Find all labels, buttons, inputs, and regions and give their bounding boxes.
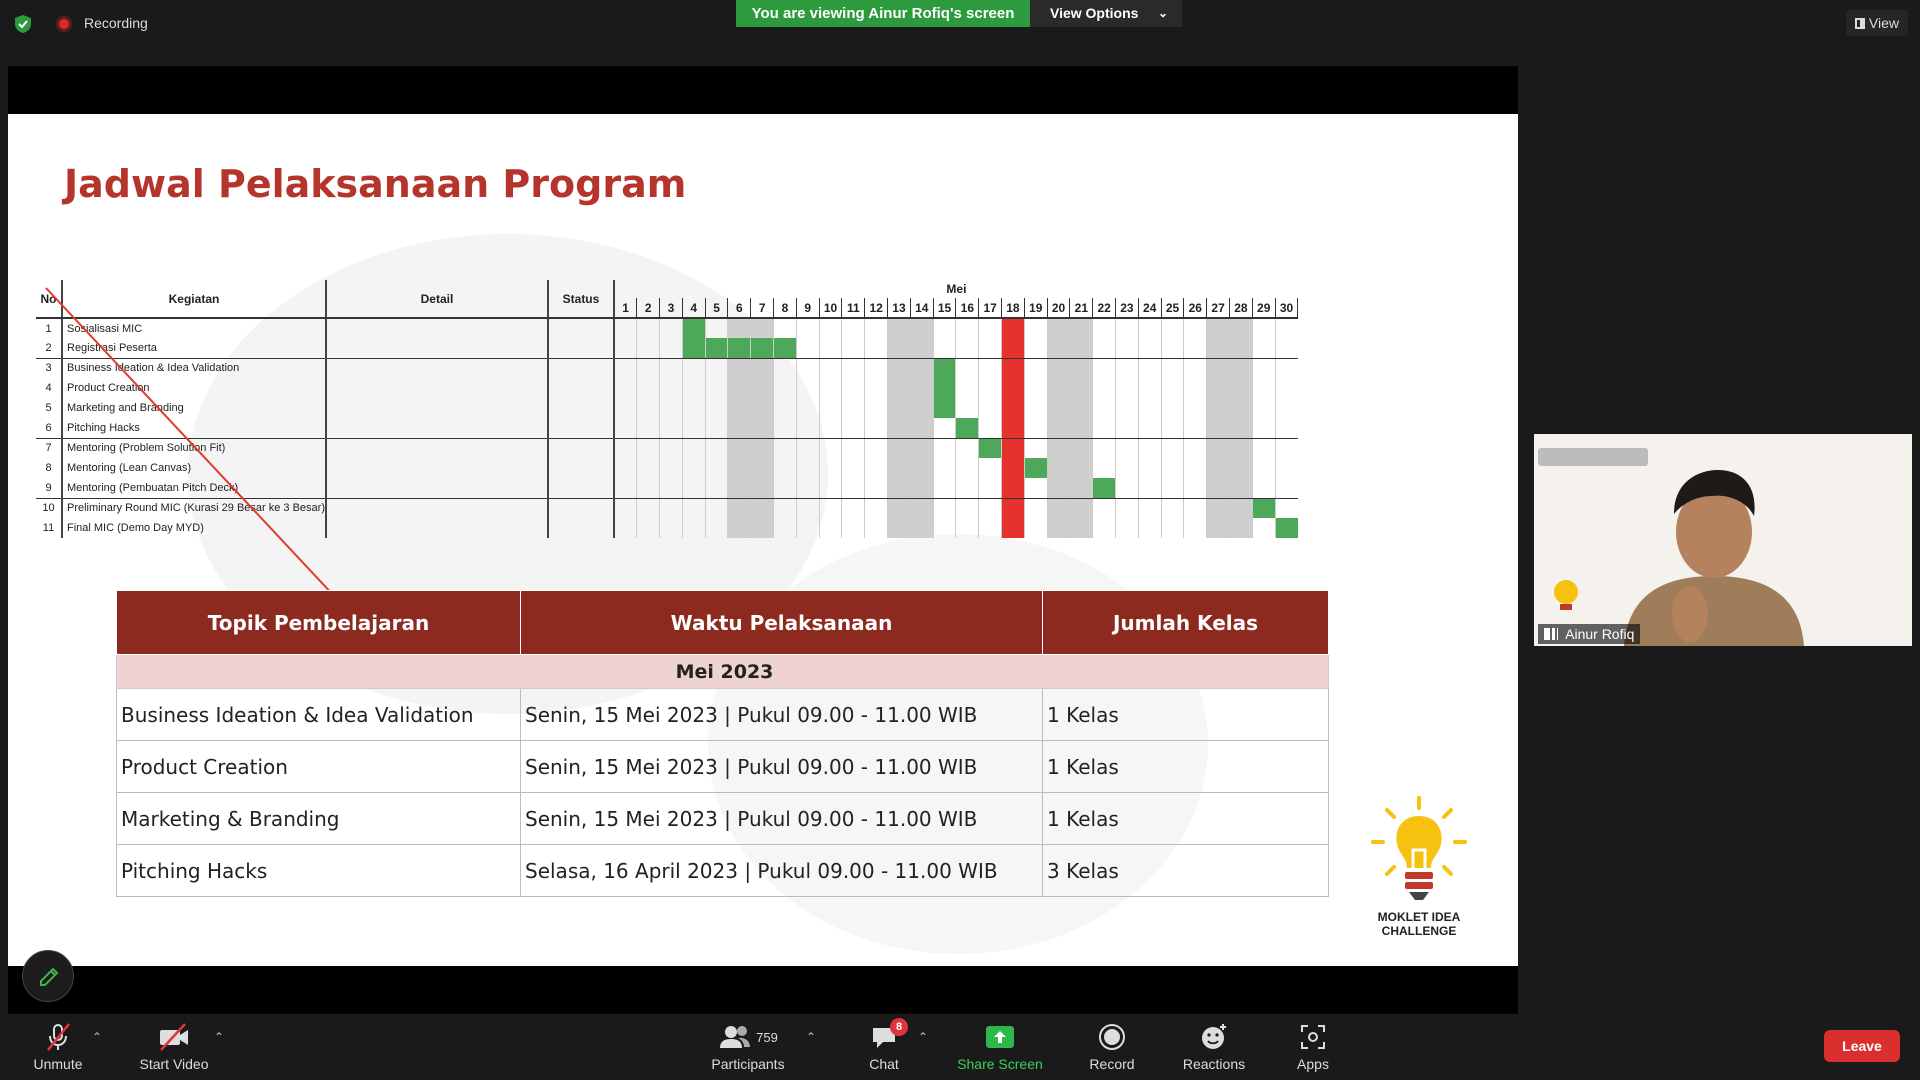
- sponsor-logos: [1538, 448, 1648, 466]
- record-label: Record: [1089, 1056, 1135, 1072]
- logo-text-line2: CHALLENGE: [1381, 924, 1457, 938]
- chat-label: Chat: [869, 1056, 899, 1072]
- schedule-header-topik: Topik Pembelajaran: [116, 590, 521, 655]
- apps-label: Apps: [1297, 1056, 1329, 1072]
- table-row: Business Ideation & Idea Validation Seni…: [116, 688, 1329, 741]
- start-video-button[interactable]: Start Video: [130, 1022, 218, 1072]
- participant-name: Ainur Rofiq: [1565, 626, 1635, 642]
- participant-figure: [1624, 470, 1804, 646]
- schedule-header-jumlah: Jumlah Kelas: [1042, 590, 1329, 655]
- chevron-up-icon[interactable]: ⌃: [214, 1030, 224, 1044]
- schedule-count: 1 Kelas: [1042, 740, 1329, 793]
- recording-label: Recording: [84, 15, 148, 31]
- record-button[interactable]: Record: [1082, 1022, 1142, 1072]
- schedule-time: Senin, 15 Mei 2023 | Pukul 09.00 - 11.00…: [520, 740, 1043, 793]
- share-screen-button[interactable]: Share Screen: [952, 1022, 1048, 1072]
- reactions-label: Reactions: [1182, 1056, 1246, 1072]
- table-row: Pitching Hacks Selasa, 16 April 2023 | P…: [116, 844, 1329, 897]
- schedule-topic: Business Ideation & Idea Validation: [116, 688, 521, 741]
- meeting-toolbar: Unmute ⌃ Start Video ⌃ 759 Participants …: [0, 1014, 1920, 1080]
- lightbulb-icon: [1371, 796, 1467, 900]
- chevron-up-icon[interactable]: ⌃: [92, 1030, 102, 1044]
- logo-text-line1: MOKLET IDEA: [1377, 910, 1461, 924]
- signal-icon: [1544, 628, 1558, 640]
- schedule-count: 1 Kelas: [1042, 688, 1329, 741]
- schedule-table: Topik Pembelajaran Waktu Pelaksanaan Jum…: [116, 590, 1329, 897]
- unmute-button[interactable]: Unmute: [22, 1022, 94, 1072]
- share-screen-label: Share Screen: [957, 1056, 1043, 1072]
- viewing-screen-banner: You are viewing Ainur Rofiq's screen: [736, 0, 1030, 27]
- table-row: Marketing & Branding Senin, 15 Mei 2023 …: [116, 792, 1329, 845]
- shield-icon[interactable]: [14, 14, 32, 34]
- annotate-button[interactable]: [22, 950, 74, 1002]
- chat-button[interactable]: 8 Chat: [856, 1018, 912, 1072]
- chevron-up-icon[interactable]: ⌃: [806, 1030, 816, 1044]
- video-off-icon: [160, 1023, 188, 1051]
- schedule-time: Senin, 15 Mei 2023 | Pukul 09.00 - 11.00…: [520, 792, 1043, 845]
- schedule-topic: Marketing & Branding: [116, 792, 521, 845]
- record-icon: [1099, 1024, 1125, 1050]
- apps-button[interactable]: Apps: [1290, 1022, 1336, 1072]
- moklet-logo: MOKLET IDEA CHALLENGE: [1364, 794, 1474, 937]
- view-label: View: [1868, 15, 1899, 31]
- smiley-plus-icon: [1202, 1024, 1226, 1049]
- presentation-slide: Jadwal Pelaksanaan Program No Kegiatan D…: [8, 114, 1518, 966]
- chat-badge: 8: [890, 1018, 908, 1036]
- view-options-label: View Options: [1050, 5, 1139, 21]
- meeting-top-bar: Recording You are viewing Ainur Rofiq's …: [0, 0, 1920, 50]
- schedule-month-row: Mei 2023: [116, 654, 1329, 689]
- lightbulb-icon: [1544, 572, 1588, 616]
- participants-button[interactable]: 759 Participants: [700, 1022, 796, 1072]
- participants-icon: [720, 1026, 751, 1048]
- start-video-label: Start Video: [139, 1056, 209, 1072]
- leave-button[interactable]: Leave: [1824, 1030, 1900, 1062]
- participant-video[interactable]: Ainur Rofiq: [1534, 434, 1912, 646]
- share-screen-icon: [986, 1026, 1014, 1048]
- schedule-count: 3 Kelas: [1042, 844, 1329, 897]
- participant-name-tag: Ainur Rofiq: [1538, 624, 1641, 644]
- participants-label: Participants: [711, 1056, 785, 1072]
- chevron-up-icon[interactable]: ⌃: [918, 1030, 928, 1044]
- participants-count: 759: [756, 1029, 778, 1045]
- recording-icon: [56, 16, 72, 32]
- chevron-down-icon: ⌄: [1157, 6, 1168, 20]
- schedule-count: 1 Kelas: [1042, 792, 1329, 845]
- layout-icon: [1855, 18, 1865, 29]
- unmute-label: Unmute: [33, 1056, 83, 1072]
- schedule-header-waktu: Waktu Pelaksanaan: [520, 590, 1043, 655]
- schedule-time: Senin, 15 Mei 2023 | Pukul 09.00 - 11.00…: [520, 688, 1043, 741]
- view-options-button[interactable]: View Options ⌄: [1030, 0, 1182, 27]
- schedule-time: Selasa, 16 April 2023 | Pukul 09.00 - 11…: [520, 844, 1043, 897]
- schedule-topic: Product Creation: [116, 740, 521, 793]
- schedule-topic: Pitching Hacks: [116, 844, 521, 897]
- table-row: Product Creation Senin, 15 Mei 2023 | Pu…: [116, 740, 1329, 793]
- apps-icon: [1301, 1025, 1325, 1049]
- reactions-button[interactable]: Reactions: [1174, 1022, 1254, 1072]
- pencil-icon: [40, 967, 59, 986]
- view-button[interactable]: View: [1846, 10, 1908, 36]
- microphone-muted-icon: [47, 1023, 70, 1051]
